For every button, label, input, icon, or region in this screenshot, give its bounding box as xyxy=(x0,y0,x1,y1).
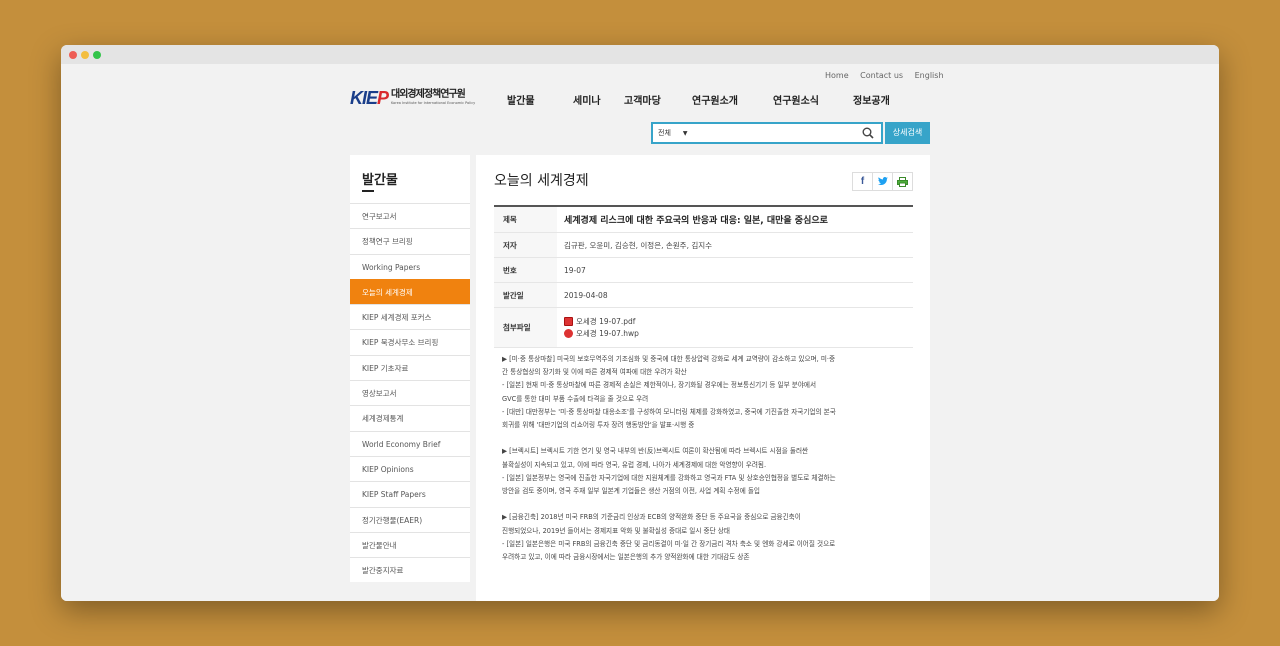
contact-link[interactable]: Contact us xyxy=(860,71,903,80)
publication-authors: 김규판, 오윤미, 김승현, 이정은, 손원주, 김지수 xyxy=(564,240,713,250)
summary-line: - [대만] 대만정부는 '미·중 통상마찰 대응소조'를 구성하여 모니터링 … xyxy=(502,407,836,416)
publication-date: 2019-04-08 xyxy=(564,290,608,300)
summary-line: 불확실성이 지속되고 있고, 이에 따라 영국, 유럽 경제, 나아가 세계경제… xyxy=(502,460,767,469)
sidebar-item[interactable]: KIEP 기초자료 xyxy=(350,354,470,380)
sidebar-item[interactable]: 오늘의 세계경제 xyxy=(350,278,470,305)
info-row-authors: 저자 김규판, 오윤미, 김승현, 이정은, 손원주, 김지수 xyxy=(494,233,913,258)
info-row-title: 제목 세계경제 리스크에 대한 주요국의 반응과 대응: 일본, 대만을 중심으… xyxy=(494,207,913,233)
summary-paragraph: ▶ [금융긴축] 2018년 미국 FRB의 기준금리 인상과 ECB의 양적완… xyxy=(502,511,912,564)
nav-about[interactable]: 연구원소개 xyxy=(692,92,738,107)
attachment-pdf-link[interactable]: 오세경 19-07.pdf xyxy=(564,316,639,328)
summary-line: ▶ [금융긴축] 2018년 미국 FRB의 기준금리 인상과 ECB의 양적완… xyxy=(502,513,801,522)
sidebar-item[interactable]: KIEP Staff Papers xyxy=(350,481,470,506)
sidebar-item[interactable]: 발간물안내 xyxy=(350,531,470,557)
summary-paragraph: ▶ [미·중 통상마찰] 미국의 보호무역주의 기조심화 및 중국에 대한 통상… xyxy=(502,353,912,432)
window-titlebar xyxy=(61,45,1219,64)
sidebar-title: 발간물 xyxy=(350,155,470,203)
sidebar-list: 연구보고서 정책연구 브리핑 Working Papers 오늘의 세계경제 KIEP … xyxy=(350,203,470,582)
summary-line: 우려하고 있고, 이에 따라 금융시장에서는 일본은행의 추가 양적완화에 대한… xyxy=(502,553,750,562)
sidebar-item[interactable]: Working Papers xyxy=(350,253,470,279)
pdf-file-icon xyxy=(564,317,573,326)
logo-korean-name: 대외경제정책연구원 xyxy=(391,89,466,100)
nav-disclosure[interactable]: 정보공개 xyxy=(853,92,890,107)
english-link[interactable]: English xyxy=(915,71,944,80)
search-scope-select[interactable]: 전체 ▼ xyxy=(658,128,688,138)
summary-paragraph: ▶ [브렉시트] 브렉시트 기한 연기 및 영국 내부의 반(反)브렉시트 여론… xyxy=(502,445,912,498)
page-title: 오늘의 세계경제 xyxy=(494,173,589,189)
info-label: 저자 xyxy=(494,233,557,257)
logo-mark: KIEP xyxy=(350,88,389,108)
info-row-number: 번호 19-07 xyxy=(494,258,913,283)
print-icon xyxy=(897,177,908,187)
sidebar-item[interactable]: 정책연구 브리핑 xyxy=(350,228,470,253)
search-icon[interactable] xyxy=(862,127,874,139)
main-content: 오늘의 세계경제 f 제목 세계경제 리스크에 대한 주요국의 반응과 대응: … xyxy=(476,155,930,601)
summary-line: - [일본] 현재 미·중 통상마찰에 따른 경제적 손실은 제한적이나, 장기… xyxy=(502,381,817,390)
home-link[interactable]: Home xyxy=(825,71,849,80)
info-label: 첨부파일 xyxy=(494,308,557,347)
sidebar-item[interactable]: World Economy Brief xyxy=(350,430,470,456)
sidebar: 발간물 연구보고서 정책연구 브리핑 Working Papers 오늘의 세계경제 K… xyxy=(350,155,470,583)
sidebar-item[interactable]: KIEP 세계경제 포커스 xyxy=(350,304,470,329)
attachment-name: 오세경 19-07.hwp xyxy=(576,328,639,338)
publication-title: 세계경제 리스크에 대한 주요국의 반응과 대응: 일본, 대만을 중심으로 xyxy=(564,216,828,226)
sidebar-item[interactable]: 세계경제통계 xyxy=(350,405,470,430)
summary-line: ▶ [브렉시트] 브렉시트 기한 연기 및 영국 내부의 반(反)브렉시트 여론… xyxy=(502,447,809,456)
summary-line: - [일본] 일본은행은 미국 FRB의 금융긴축 중단 및 금리동결이 미·일… xyxy=(502,539,836,548)
share-buttons: f xyxy=(852,172,913,191)
summary-line: 간 통상협상의 장기화 및 이에 따른 경제적 여파에 대한 우려가 확산 xyxy=(502,368,687,377)
publication-info-table: 제목 세계경제 리스크에 대한 주요국의 반응과 대응: 일본, 대만을 중심으… xyxy=(494,205,913,348)
info-row-attachments: 첨부파일 오세경 19-07.pdf 오세경 19-07.hwp xyxy=(494,308,913,348)
browser-window: Home Contact us English KIEP 대외경제정책연구원 K… xyxy=(61,45,1219,601)
attachment-hwp-link[interactable]: 오세경 19-07.hwp xyxy=(564,328,639,340)
twitter-icon xyxy=(877,177,888,185)
sidebar-item[interactable]: KIEP Opinions xyxy=(350,455,470,481)
info-row-date: 발간일 2019-04-08 xyxy=(494,283,913,308)
sidebar-item[interactable]: 영상보고서 xyxy=(350,380,470,405)
nav-customer[interactable]: 고객마당 xyxy=(624,92,661,107)
summary-body: ▶ [미·중 통상마찰] 미국의 보호무역주의 기조심화 및 중국에 대한 통상… xyxy=(502,353,912,577)
info-label: 번호 xyxy=(494,258,557,282)
twitter-share-button[interactable] xyxy=(872,172,893,191)
summary-line: 회귀를 위해 '대만기업의 리쇼어링 투자 장려 행동방안'을 발표·시행 중 xyxy=(502,421,695,430)
close-window-button[interactable] xyxy=(69,51,77,59)
detail-search-button[interactable]: 상세검색 xyxy=(885,122,930,144)
summary-line: 방안을 검토 중이며, 영국 주재 일부 일본계 기업들은 생산 거점의 이전,… xyxy=(502,487,760,496)
attachment-name: 오세경 19-07.pdf xyxy=(576,316,636,326)
nav-publications[interactable]: 발간물 xyxy=(507,92,535,107)
site-logo[interactable]: KIEP 대외경제정책연구원 Korea Institute for Inter… xyxy=(350,89,475,107)
print-button[interactable] xyxy=(892,172,913,191)
logo-english-name: Korea Institute for International Econom… xyxy=(391,101,476,105)
summary-line: GVC를 통한 대미 부품 수출에 타격을 줄 것으로 우려 xyxy=(502,394,649,403)
maximize-window-button[interactable] xyxy=(93,51,101,59)
nav-news[interactable]: 연구원소식 xyxy=(773,92,819,107)
search-box: 전체 ▼ xyxy=(651,122,883,144)
hwp-file-icon xyxy=(564,329,573,338)
info-label: 발간일 xyxy=(494,283,557,307)
info-label: 제목 xyxy=(494,207,557,232)
publication-number: 19-07 xyxy=(564,265,586,275)
sidebar-item[interactable]: 정기간행물(EAER) xyxy=(350,506,470,532)
summary-line: - [일본] 일본정부는 영국에 진출한 자국기업에 대한 지원체계를 강화하고… xyxy=(502,473,836,482)
web-page: Home Contact us English KIEP 대외경제정책연구원 K… xyxy=(61,64,1219,601)
utility-links: Home Contact us English xyxy=(825,71,953,80)
nav-seminars[interactable]: 세미나 xyxy=(573,92,601,107)
facebook-share-button[interactable]: f xyxy=(852,172,873,191)
sidebar-item[interactable]: 발간중지자료 xyxy=(350,557,470,582)
minimize-window-button[interactable] xyxy=(81,51,89,59)
sidebar-item[interactable]: KIEP 북경사무소 브리핑 xyxy=(350,329,470,354)
summary-line: ▶ [미·중 통상마찰] 미국의 보호무역주의 기조심화 및 중국에 대한 통상… xyxy=(502,355,836,363)
sidebar-item[interactable]: 연구보고서 xyxy=(350,203,470,228)
summary-line: 진행되었으나, 2019년 들어서는 경제지표 악화 및 불확실성 증대로 일시… xyxy=(502,526,730,535)
